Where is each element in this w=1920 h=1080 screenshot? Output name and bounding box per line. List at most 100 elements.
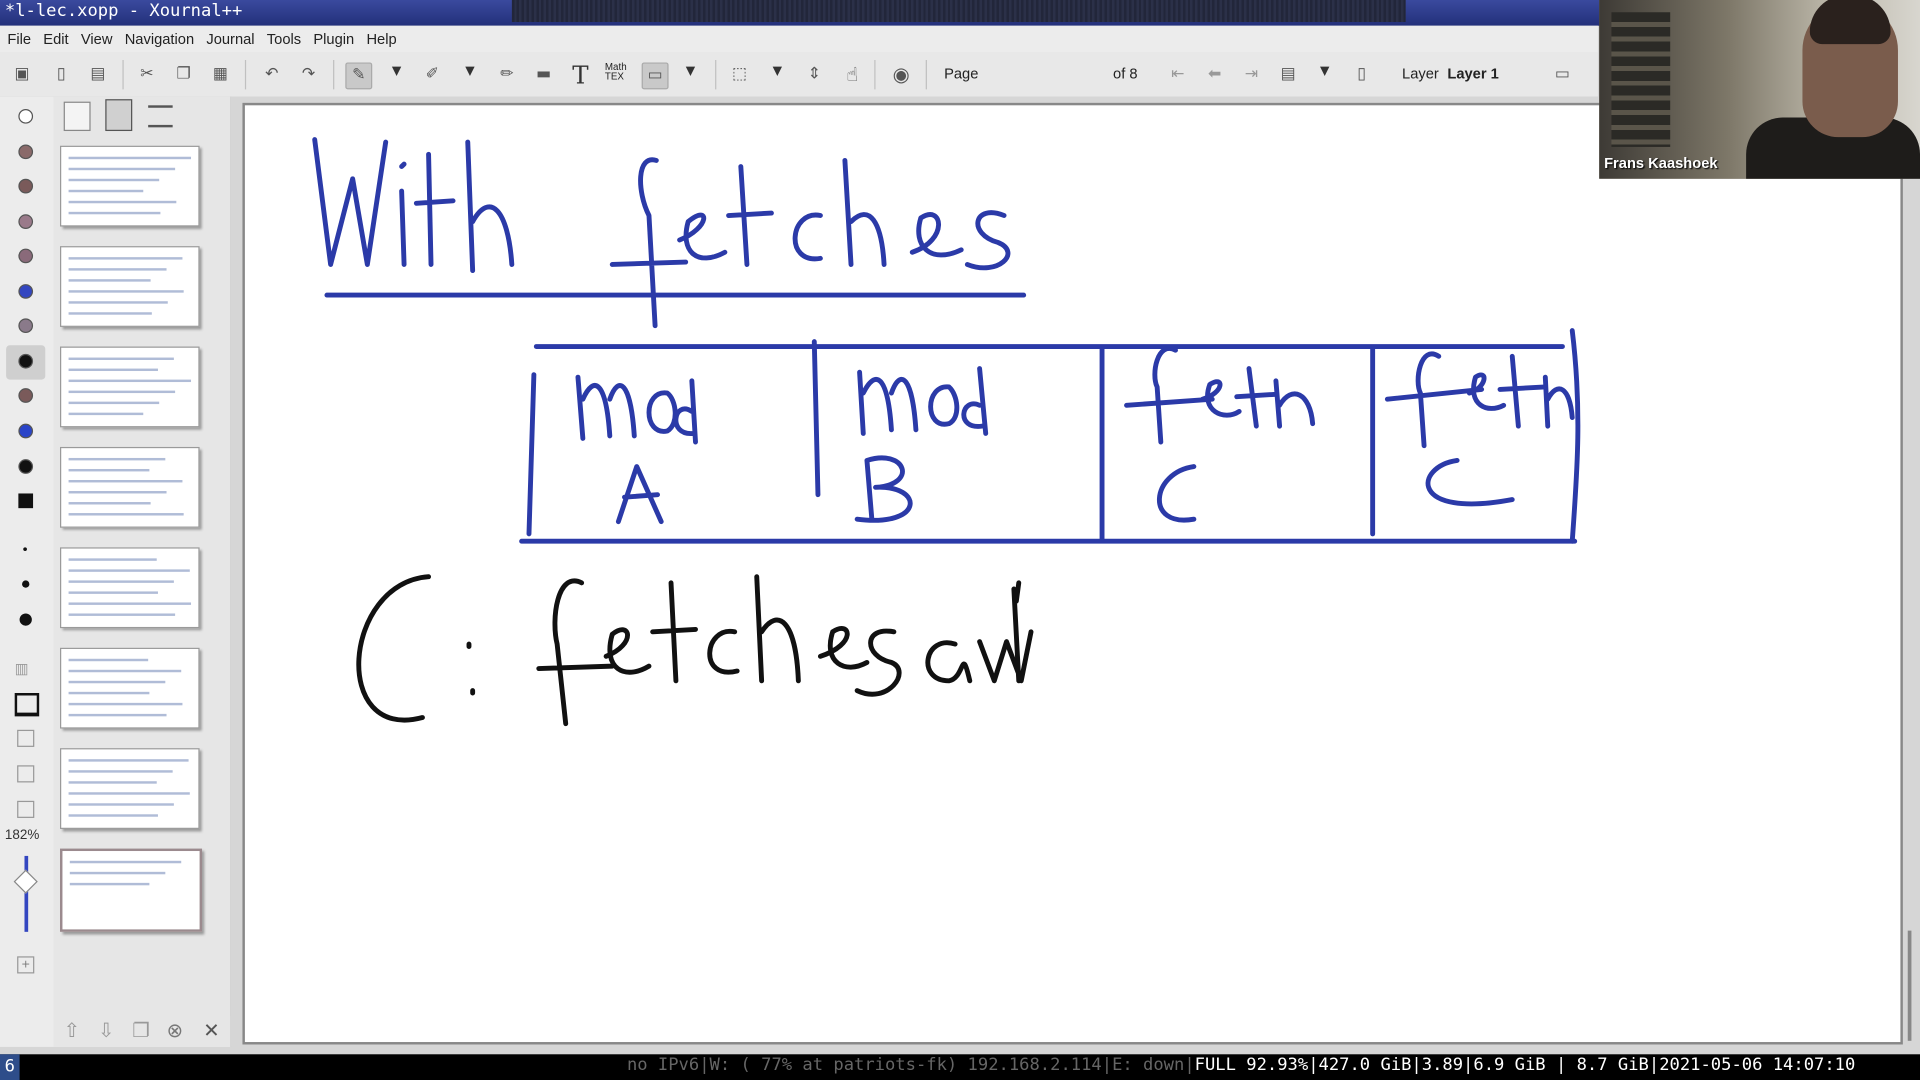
vertical-scrollbar[interactable]	[1907, 930, 1912, 1041]
delete-page-icon[interactable]: ⊗	[167, 1019, 183, 1042]
color-white-swatch[interactable]	[18, 108, 34, 124]
select-options-chevron-down-icon[interactable]: ▼	[773, 65, 782, 78]
shape-options-chevron-down-icon[interactable]: ▼	[686, 65, 695, 78]
shape-recognizer-icon[interactable]: ▭	[641, 62, 669, 90]
eraser-icon[interactable]: ✐	[420, 62, 444, 86]
page-thumbnail[interactable]	[60, 446, 200, 528]
thickness-fine-icon[interactable]	[23, 547, 27, 552]
menu-journal[interactable]: Journal	[199, 26, 259, 48]
color-swatch-8[interactable]	[18, 388, 34, 403]
text-tool-icon[interactable]: T	[568, 62, 592, 86]
zoom-fit-icon[interactable]: ▥	[15, 660, 39, 677]
handwriting-layer	[312, 137, 1581, 727]
page-options-chevron-down-icon[interactable]: ▼	[1320, 65, 1329, 78]
color-swatch-6[interactable]	[18, 318, 34, 334]
page-thumbnail[interactable]	[60, 547, 200, 629]
zoom-page-icon[interactable]	[17, 765, 35, 783]
thumbnail-scribble	[68, 257, 183, 260]
layer-preview-tab-icon[interactable]	[63, 101, 91, 132]
save-icon[interactable]: ▣	[10, 62, 34, 86]
next-page-icon[interactable]: ⇥	[1239, 62, 1263, 86]
copy-page-icon[interactable]: ❐	[132, 1019, 150, 1042]
color-swatch-4[interactable]	[18, 248, 34, 264]
thumbnail-scribble	[68, 268, 167, 271]
color-blue-swatch[interactable]	[18, 284, 34, 299]
copy-icon[interactable]: ❐	[171, 62, 195, 86]
thumbnail-scribble	[68, 691, 150, 695]
color-swatch-9[interactable]	[18, 423, 34, 439]
layers-tab-icon[interactable]	[148, 102, 173, 129]
layer-value[interactable]: Layer 1	[1447, 65, 1498, 82]
menu-plugin[interactable]: Plugin	[306, 26, 359, 48]
thickness-thick-icon[interactable]	[19, 613, 32, 626]
pen-tool-icon[interactable]: ✎	[345, 62, 373, 90]
menu-view[interactable]: View	[74, 26, 118, 48]
redo-icon[interactable]: ↷	[296, 62, 320, 86]
audio-record-icon[interactable]: ◉	[889, 62, 913, 86]
page-thumbnail[interactable]	[60, 246, 200, 327]
page-preview-tab-icon[interactable]	[105, 99, 133, 132]
color-swatch-1[interactable]	[18, 144, 34, 160]
open-icon[interactable]: ▤	[86, 62, 110, 86]
ink-table-left	[526, 372, 537, 537]
ink-cell4-C	[1425, 457, 1515, 507]
thumbnail-scribble	[68, 368, 158, 372]
undo-icon[interactable]: ↶	[260, 62, 284, 86]
eraser-options-chevron-down-icon[interactable]: ▼	[465, 65, 474, 78]
menu-file[interactable]: File	[0, 26, 36, 48]
zoom-100-icon[interactable]	[17, 729, 35, 747]
new-document-icon[interactable]: ▯	[49, 62, 73, 86]
menu-edit[interactable]: Edit	[36, 26, 74, 48]
presentation-icon[interactable]	[14, 693, 40, 717]
ink-cell2-mod	[857, 366, 989, 436]
previous-page-icon[interactable]: ⬅	[1202, 62, 1226, 86]
thumbnail-scribble	[68, 669, 182, 673]
cut-icon[interactable]: ✂	[135, 62, 159, 86]
page-preview-sidebar	[53, 96, 232, 1047]
image-icon[interactable]: ▬	[531, 62, 555, 86]
fullscreen-icon[interactable]: ▭	[1550, 62, 1574, 86]
speaker-name: Frans Kaashoek	[1604, 154, 1718, 172]
add-page-icon[interactable]: ▤	[1276, 62, 1300, 86]
page-thumbnail[interactable]	[60, 748, 200, 829]
page-background-icon[interactable]: ▯	[1349, 62, 1373, 86]
color-swatch-10[interactable]	[18, 459, 34, 474]
move-page-up-icon[interactable]: ⇧	[64, 1019, 80, 1042]
status-battery: FULL 92.93%	[1194, 1055, 1309, 1076]
color-swatch-3[interactable]	[18, 214, 34, 229]
fill-square-icon[interactable]	[18, 493, 34, 509]
close-sidebar-icon[interactable]: ✕	[203, 1019, 219, 1042]
page-count-label: of 8	[1113, 64, 1138, 83]
paste-icon[interactable]: ▦	[208, 62, 232, 86]
pen-options-chevron-down-icon[interactable]: ▼	[392, 65, 401, 78]
thumbnail-scribble	[68, 357, 174, 361]
color-black-swatch[interactable]	[18, 353, 34, 369]
highlighter-icon[interactable]: ✏	[495, 62, 519, 86]
thumbnail-scribble	[68, 591, 158, 594]
menu-help[interactable]: Help	[359, 26, 401, 48]
thumbnail-scribble	[68, 412, 144, 416]
vertical-space-icon[interactable]: ⇕	[802, 62, 826, 86]
color-swatch-2[interactable]	[18, 178, 34, 194]
page-thumbnail[interactable]	[60, 346, 200, 428]
thumbnail-scribble	[68, 178, 160, 182]
thumbnail-scribble	[68, 401, 160, 405]
journal-page[interactable]	[244, 105, 1901, 1043]
page-thumbnail[interactable]	[60, 848, 203, 932]
page-thumbnail[interactable]	[60, 145, 200, 227]
select-rect-icon[interactable]: ⬚	[727, 62, 751, 86]
zoom-slider-handle[interactable]	[13, 869, 38, 894]
status-eth: E: down	[1112, 1055, 1185, 1076]
hand-tool-icon[interactable]: ☝	[840, 62, 864, 86]
move-page-down-icon[interactable]: ⇩	[98, 1019, 114, 1042]
thumbnail-scribble	[68, 200, 177, 204]
first-page-icon[interactable]: ⇤	[1166, 62, 1190, 86]
workspace-indicator[interactable]: 6	[0, 1054, 20, 1080]
zoom-in-icon[interactable]: +	[17, 956, 35, 974]
math-tex-button[interactable]: Math TEX	[605, 62, 634, 82]
zoom-width-icon[interactable]	[17, 800, 35, 818]
menu-tools[interactable]: Tools	[259, 26, 306, 48]
page-thumbnail[interactable]	[60, 647, 200, 729]
thickness-medium-icon[interactable]	[22, 580, 30, 588]
menu-navigation[interactable]: Navigation	[117, 26, 199, 48]
